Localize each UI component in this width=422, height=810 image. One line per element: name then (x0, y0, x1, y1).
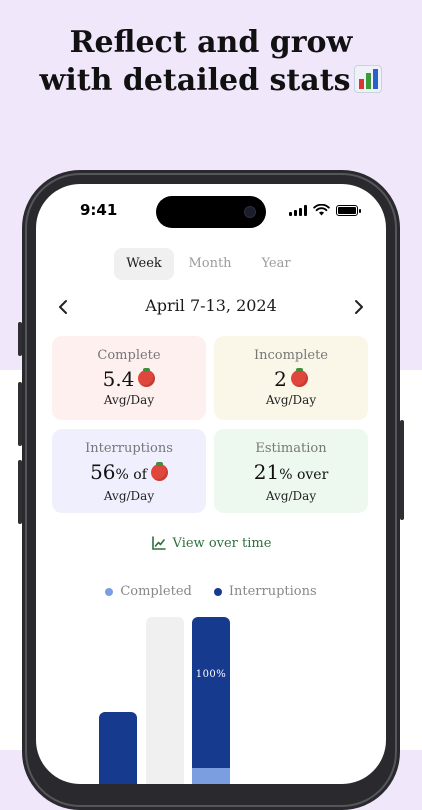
chart-legend: Completed Interruptions (36, 584, 386, 599)
estimation-card: Estimation 21% over Avg/Day (214, 429, 368, 513)
estimation-value: 21 (253, 460, 280, 484)
legend-item-completed: Completed (105, 584, 192, 599)
interruptions-value: 56 (90, 460, 116, 484)
dynamic-island (156, 196, 266, 228)
wifi-icon (313, 204, 330, 216)
headline-line-2: with detailed stats (0, 62, 422, 100)
date-range-label: April 7-13, 2024 (145, 296, 277, 315)
status-icons (289, 204, 361, 216)
interruptions-title: Interruptions (85, 441, 173, 456)
tab-month[interactable]: Month (180, 248, 240, 280)
headline-line-2-text: with detailed stats (39, 63, 351, 98)
date-navigator: April 7-13, 2024 (52, 292, 370, 322)
chevron-left-icon[interactable] (52, 295, 76, 319)
bar-chart-emoji-icon (354, 65, 383, 93)
chart-bar-3: 100% (192, 617, 230, 784)
tab-week[interactable]: Week (114, 248, 174, 280)
complete-sub: Avg/Day (103, 393, 155, 407)
tomato-icon (150, 462, 168, 481)
phone-screen: 9:41 Week Month Year April 7-13, 2024 Co… (36, 184, 386, 784)
status-time: 9:41 (80, 201, 118, 219)
tomato-icon (138, 367, 156, 387)
cellular-signal-icon (289, 204, 307, 216)
interruptions-sub: Avg/Day (103, 489, 155, 503)
incomplete-value-row: 2 (214, 367, 368, 391)
headline: Reflect and grow with detailed stats (0, 24, 422, 100)
headline-line-1: Reflect and grow (69, 25, 353, 60)
estimation-value-group: 21% over (254, 460, 329, 487)
incomplete-title: Incomplete (253, 348, 329, 363)
tomato-icon (290, 367, 308, 387)
complete-title: Complete (97, 348, 161, 363)
incomplete-card: Incomplete 2 Avg/Day (214, 336, 368, 420)
estimation-title: Estimation (255, 441, 327, 456)
estimation-value-row: 21% over (214, 460, 368, 487)
battery-icon (336, 204, 361, 216)
interruptions-value-row: 56% of (52, 460, 206, 487)
camera-icon (244, 206, 256, 218)
legend-label-interruptions: Interruptions (228, 584, 317, 599)
chevron-right-icon[interactable] (346, 295, 370, 319)
line-chart-icon (151, 536, 166, 550)
complete-value-row: 5.4 (52, 367, 206, 391)
phone-power-button (400, 420, 404, 520)
interruptions-card: Interruptions 56% of Avg/Day (52, 429, 206, 513)
legend-item-interruptions: Interruptions (213, 584, 317, 599)
chart-bar-2 (146, 617, 184, 784)
complete-card: Complete 5.4 Avg/Day (52, 336, 206, 420)
interruptions-value-group: 56% of (90, 460, 147, 487)
chart-data-label: 100% (195, 669, 227, 680)
incomplete-value: 2 (274, 367, 287, 391)
estimation-value-suffix: % over (279, 467, 329, 483)
legend-dot-interruptions (213, 587, 222, 596)
complete-value: 5.4 (102, 367, 135, 391)
chart-bar-1 (99, 712, 137, 784)
interruptions-value-suffix: % of (115, 467, 147, 483)
estimation-sub: Avg/Day (265, 489, 317, 503)
legend-label-completed: Completed (120, 584, 192, 599)
view-over-time-link[interactable]: View over time (36, 535, 386, 551)
incomplete-sub: Avg/Day (265, 393, 317, 407)
legend-dot-completed (105, 587, 114, 596)
tab-year[interactable]: Year (246, 248, 306, 280)
period-tabs: Week Month Year (114, 248, 306, 280)
chart-bar-3-completed-segment (192, 768, 230, 784)
view-over-time-label: View over time (172, 535, 272, 551)
